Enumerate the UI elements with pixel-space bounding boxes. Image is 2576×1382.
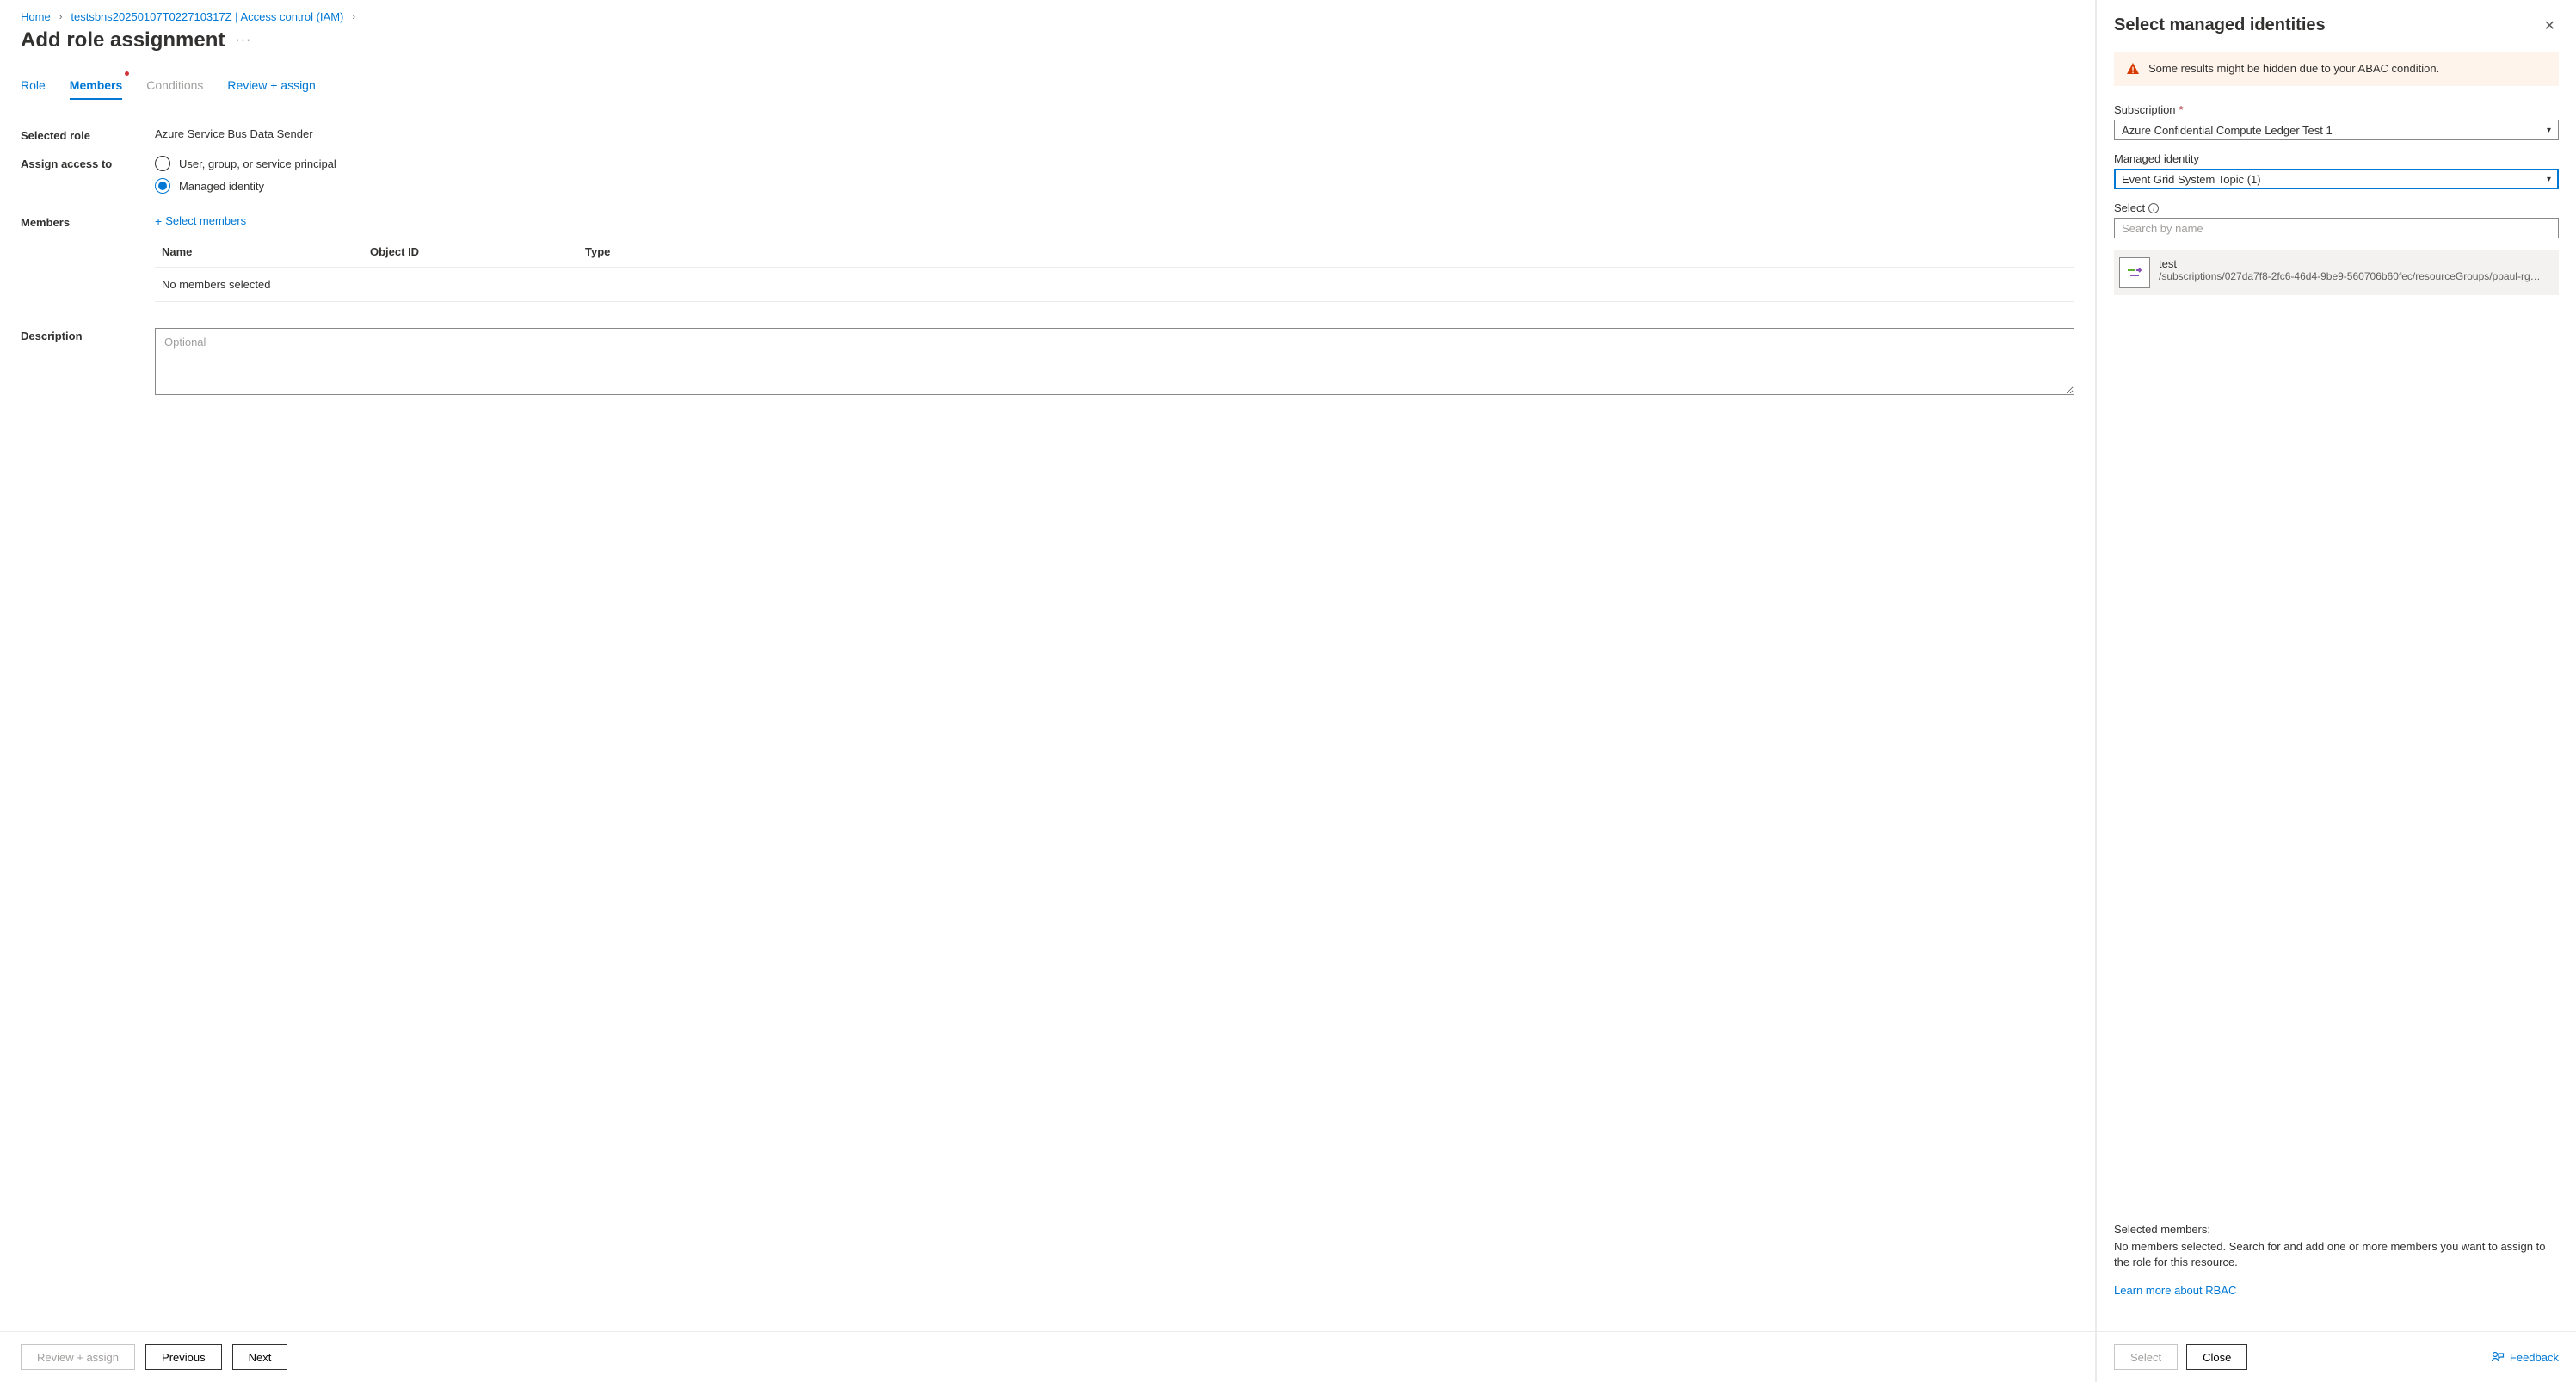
radio-checked-icon bbox=[155, 178, 170, 194]
radio-managed-label: Managed identity bbox=[179, 180, 264, 193]
event-grid-icon bbox=[2119, 257, 2150, 288]
chevron-right-icon: › bbox=[352, 12, 355, 22]
description-input[interactable] bbox=[155, 328, 2074, 395]
modified-dot-icon bbox=[125, 71, 129, 76]
subscription-select[interactable]: Azure Confidential Compute Ledger Test 1… bbox=[2114, 120, 2559, 140]
breadcrumb-resource[interactable]: testsbns20250107T022710317Z | Access con… bbox=[71, 10, 343, 23]
subscription-label: Subscription bbox=[2114, 103, 2176, 116]
select-members-label: Select members bbox=[165, 214, 246, 227]
selected-members-help: No members selected. Search for and add … bbox=[2114, 1239, 2559, 1270]
tab-review[interactable]: Review + assign bbox=[227, 73, 315, 99]
col-name: Name bbox=[155, 245, 370, 258]
managed-identity-select[interactable]: Event Grid System Topic (1) ▾ bbox=[2114, 169, 2559, 189]
radio-icon bbox=[155, 156, 170, 171]
col-type: Type bbox=[585, 245, 2074, 258]
panel-title: Select managed identities bbox=[2114, 15, 2326, 35]
tab-members-label: Members bbox=[70, 78, 122, 92]
feedback-label: Feedback bbox=[2510, 1351, 2559, 1364]
select-button: Select bbox=[2114, 1344, 2178, 1370]
radio-managed-identity[interactable]: Managed identity bbox=[155, 178, 2074, 194]
main-footer: Review + assign Previous Next bbox=[0, 1331, 2095, 1382]
more-actions-icon[interactable]: ··· bbox=[235, 33, 251, 48]
result-item[interactable]: test /subscriptions/027da7f8-2fc6-46d4-9… bbox=[2114, 250, 2559, 295]
members-table: Name Object ID Type No members selected bbox=[155, 237, 2074, 302]
result-subtitle: /subscriptions/027da7f8-2fc6-46d4-9be9-5… bbox=[2159, 270, 2541, 282]
select-label: Select bbox=[2114, 201, 2145, 214]
info-icon[interactable]: i bbox=[2148, 203, 2159, 213]
radio-user-label: User, group, or service principal bbox=[179, 157, 336, 170]
chevron-down-icon: ▾ bbox=[2547, 175, 2551, 184]
required-indicator: * bbox=[2179, 103, 2184, 116]
tab-conditions: Conditions bbox=[146, 73, 203, 99]
feedback-icon bbox=[2491, 1350, 2505, 1364]
next-button[interactable]: Next bbox=[232, 1344, 288, 1370]
chevron-right-icon: › bbox=[59, 12, 63, 22]
selected-members-label: Selected members: bbox=[2114, 1223, 2559, 1236]
tabs: Role Members Conditions Review + assign bbox=[21, 73, 2074, 100]
warning-icon bbox=[2126, 62, 2140, 76]
col-object-id: Object ID bbox=[370, 245, 585, 258]
warning-banner: Some results might be hidden due to your… bbox=[2114, 52, 2559, 86]
warning-text: Some results might be hidden due to your… bbox=[2148, 62, 2439, 75]
result-name: test bbox=[2159, 257, 2541, 270]
members-label: Members bbox=[21, 214, 155, 229]
close-button[interactable]: Close bbox=[2186, 1344, 2247, 1370]
search-input[interactable] bbox=[2114, 218, 2559, 238]
feedback-link[interactable]: Feedback bbox=[2491, 1350, 2559, 1364]
assign-access-label: Assign access to bbox=[21, 156, 155, 170]
review-assign-button: Review + assign bbox=[21, 1344, 135, 1370]
breadcrumb-home[interactable]: Home bbox=[21, 10, 51, 23]
selected-role-label: Selected role bbox=[21, 127, 155, 142]
side-panel: Select managed identities ✕ Some results… bbox=[2096, 0, 2576, 1382]
panel-footer: Select Close Feedback bbox=[2097, 1331, 2576, 1382]
learn-more-link[interactable]: Learn more about RBAC bbox=[2114, 1284, 2559, 1297]
close-icon[interactable]: ✕ bbox=[2541, 15, 2559, 36]
subscription-value: Azure Confidential Compute Ledger Test 1 bbox=[2122, 124, 2333, 137]
select-members-link[interactable]: + Select members bbox=[155, 214, 246, 227]
breadcrumb: Home › testsbns20250107T022710317Z | Acc… bbox=[21, 10, 2074, 23]
radio-user-group[interactable]: User, group, or service principal bbox=[155, 156, 2074, 171]
tab-role[interactable]: Role bbox=[21, 73, 46, 99]
members-empty: No members selected bbox=[155, 268, 2074, 302]
page-title: Add role assignment bbox=[21, 28, 225, 52]
description-label: Description bbox=[21, 328, 155, 342]
managed-identity-value: Event Grid System Topic (1) bbox=[2122, 173, 2261, 186]
managed-identity-label: Managed identity bbox=[2114, 152, 2199, 165]
selected-role-value: Azure Service Bus Data Sender bbox=[155, 127, 2074, 140]
plus-icon: + bbox=[155, 215, 162, 227]
tab-members[interactable]: Members bbox=[70, 73, 122, 99]
chevron-down-icon: ▾ bbox=[2547, 126, 2551, 135]
previous-button[interactable]: Previous bbox=[145, 1344, 222, 1370]
